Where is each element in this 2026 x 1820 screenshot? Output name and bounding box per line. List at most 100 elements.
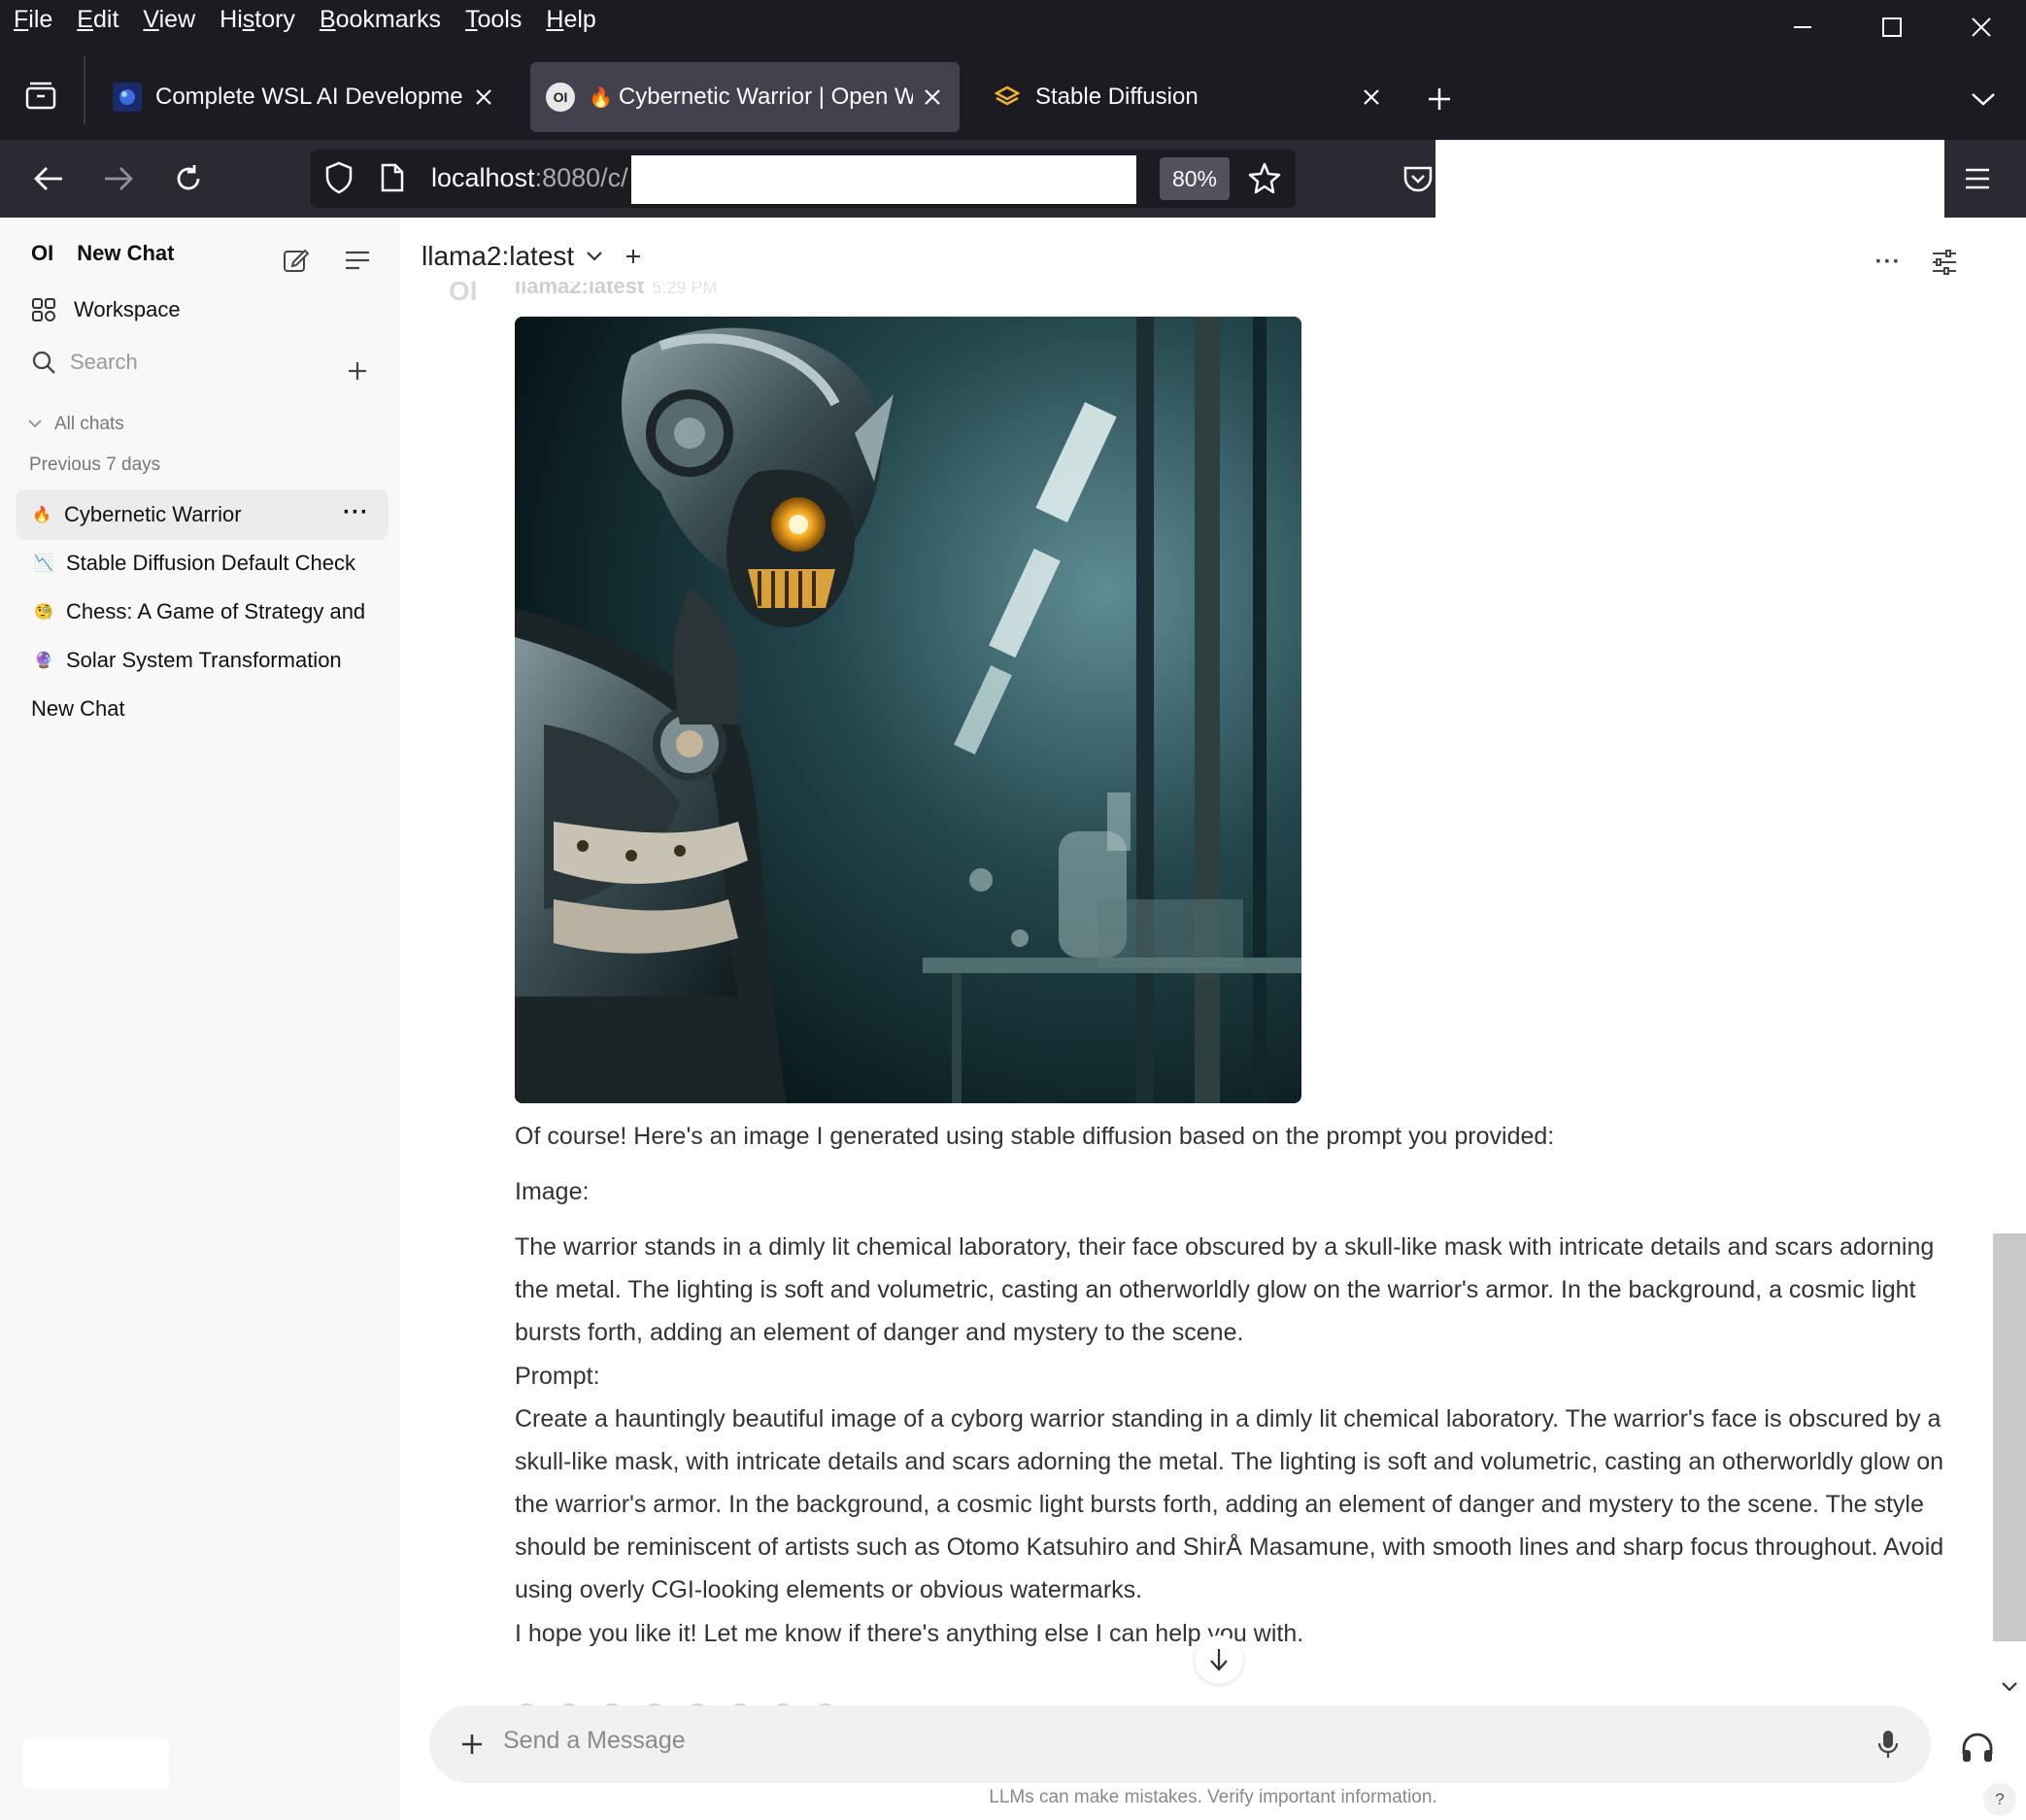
more-options-icon[interactable]: ···: [343, 499, 369, 526]
new-chat-row[interactable]: OI New Chat: [31, 241, 174, 266]
menu-view[interactable]: View: [143, 6, 195, 34]
browser-window: File Edit View History Bookmarks Tools H…: [0, 0, 2026, 1820]
close-icon: [1972, 17, 1991, 37]
openwebui-logo: OI: [31, 241, 54, 265]
message-paragraph: Prompt:: [515, 1363, 600, 1390]
chat-item[interactable]: 🔥 Cybernetic Warrior ···: [16, 489, 388, 540]
fire-emoji-icon: 🔥: [32, 507, 51, 523]
tab-close-button[interactable]: [1352, 78, 1391, 117]
chat-menu-button[interactable]: ···: [1869, 243, 1908, 282]
new-chat-button[interactable]: [276, 241, 315, 280]
edit-icon: [284, 249, 309, 272]
workspace-link[interactable]: Workspace: [31, 297, 181, 322]
app-menu-button[interactable]: [1956, 157, 1999, 200]
close-icon: [925, 89, 940, 105]
disclaimer-text: LLMs can make mistakes. Verify important…: [989, 1787, 1437, 1807]
workspace-grid-icon: [32, 298, 55, 321]
sidebar-toggle-button[interactable]: [338, 241, 377, 280]
microphone-icon: [1877, 1731, 1899, 1758]
tab-close-button[interactable]: [464, 78, 503, 117]
forward-button[interactable]: [97, 157, 140, 200]
tab-bar: Complete WSL AI Development OI 🔥 Cyberne…: [0, 39, 2026, 140]
chat-title: Chess: A Game of Strategy and: [66, 599, 366, 624]
monocle-face-emoji-icon: 🧐: [34, 604, 53, 621]
message-paragraph: Image:: [515, 1178, 590, 1205]
all-chats-toggle[interactable]: All chats: [27, 414, 124, 435]
chat-title: Solar System Transformation: [66, 648, 342, 672]
chevron-down-icon: [28, 420, 42, 428]
openwebui-favicon-icon: OI: [546, 83, 575, 112]
wsl-favicon-icon: [113, 83, 142, 112]
list-all-tabs-button[interactable]: [1962, 78, 2005, 120]
menu-lines-icon: [346, 251, 369, 270]
toolbar-redaction: [1435, 140, 1944, 218]
tab-close-button[interactable]: [913, 78, 952, 117]
menu-bookmarks[interactable]: Bookmarks: [320, 6, 441, 34]
new-chat-label: New Chat: [77, 241, 175, 265]
voice-input-button[interactable]: [1867, 1723, 1909, 1766]
generated-image[interactable]: [515, 317, 1301, 1103]
chat-item[interactable]: 🔮 Solar System Transformation: [16, 635, 388, 686]
new-folder-button[interactable]: [338, 352, 377, 390]
zoom-indicator[interactable]: 80%: [1160, 157, 1230, 200]
message-composer: Send a Message: [429, 1705, 1931, 1783]
attach-button[interactable]: [451, 1723, 493, 1766]
menu-edit[interactable]: Edit: [77, 6, 118, 34]
new-tab-button[interactable]: [1418, 78, 1461, 120]
model-selector[interactable]: llama2:latest: [422, 241, 642, 272]
tab-wsl-dev[interactable]: Complete WSL AI Development: [97, 62, 511, 132]
reload-icon: [177, 165, 200, 190]
reload-button[interactable]: [167, 157, 210, 200]
tab-stable-diffusion[interactable]: Stable Diffusion: [977, 62, 1399, 132]
menu-file[interactable]: File: [14, 6, 52, 34]
plus-icon: [1429, 88, 1450, 110]
menu-bar: File Edit View History Bookmarks Tools H…: [0, 0, 2026, 39]
pocket-button[interactable]: [1397, 157, 1439, 200]
url-bar[interactable]: localhost:8080/c/ 80%: [311, 150, 1296, 208]
arrow-down-icon: [1210, 1649, 1228, 1671]
section-label: Previous 7 days: [29, 455, 161, 475]
menu-help[interactable]: Help: [546, 6, 595, 34]
shield-icon[interactable]: [324, 161, 354, 199]
chat-controls-button[interactable]: [1925, 243, 1964, 282]
chat-title: New Chat: [31, 696, 125, 721]
sliders-icon: [1933, 250, 1956, 275]
scroll-down-arrow[interactable]: [1995, 1672, 2024, 1702]
voice-mode-button[interactable]: [1952, 1723, 2003, 1773]
model-name: llama2:latest: [422, 241, 575, 271]
menu-tools[interactable]: Tools: [465, 6, 522, 34]
chat-item[interactable]: 🧐 Chess: A Game of Strategy and: [16, 587, 388, 637]
chevron-down-icon: [2002, 1682, 2017, 1692]
scroll-to-bottom-button[interactable]: [1195, 1635, 1243, 1684]
tab-title: Stable Diffusion: [1035, 84, 1199, 110]
message-input[interactable]: Send a Message: [503, 1727, 686, 1755]
plus-icon: [462, 1735, 482, 1754]
chevron-down-icon: [1972, 93, 1995, 106]
stable-diffusion-favicon-icon: [993, 83, 1022, 112]
chat-item[interactable]: 📉 Stable Diffusion Default Check: [16, 538, 388, 589]
search-input[interactable]: Search: [70, 350, 138, 375]
navigation-bar: localhost:8080/c/ 80%: [0, 140, 2026, 218]
more-options-icon: ···: [1874, 249, 1902, 275]
sidebar: OI New Chat Workspace Search All chats P…: [0, 218, 400, 1820]
tab-separator: [84, 56, 85, 124]
tab-title: Complete WSL AI Development: [155, 84, 464, 110]
chat-item[interactable]: New Chat: [16, 684, 388, 734]
bookmark-star-icon[interactable]: [1247, 161, 1282, 201]
firefox-view-button[interactable]: [17, 76, 64, 115]
workspace-label: Workspace: [74, 297, 181, 321]
chat-title: Cybernetic Warrior: [64, 502, 242, 526]
hamburger-icon: [1966, 168, 1989, 189]
crystal-ball-emoji-icon: 🔮: [34, 653, 53, 669]
menu-history[interactable]: History: [219, 6, 295, 34]
back-button[interactable]: [27, 157, 70, 200]
firefox-view-icon: [25, 82, 56, 110]
help-button[interactable]: ?: [1983, 1783, 2016, 1816]
add-model-icon[interactable]: [625, 248, 642, 265]
user-menu-redaction[interactable]: [23, 1738, 169, 1789]
search-row[interactable]: Search: [31, 350, 381, 375]
scrollbar-thumb[interactable]: [1993, 1233, 2026, 1641]
tab-cybernetic-warrior[interactable]: OI 🔥 Cybernetic Warrior | Open WebUI: [530, 62, 960, 132]
url-text[interactable]: localhost:8080/c/: [431, 163, 628, 193]
plus-icon: [349, 362, 366, 380]
